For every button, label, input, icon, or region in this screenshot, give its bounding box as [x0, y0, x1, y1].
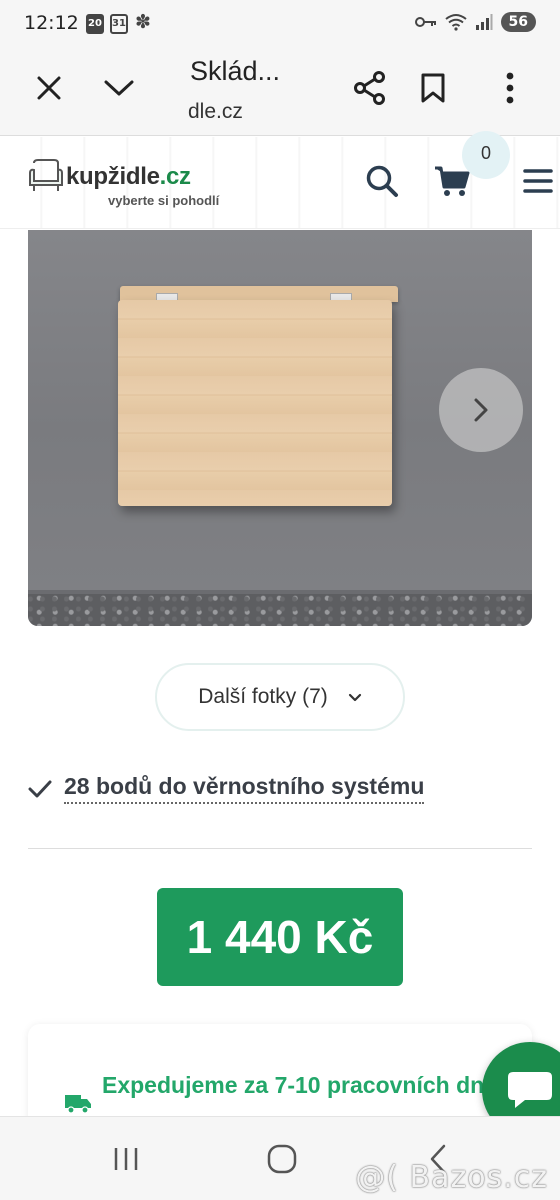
more-photos-label: Další fotky (7): [198, 685, 328, 708]
more-options-button[interactable]: [486, 64, 534, 112]
cart-icon: [435, 166, 470, 196]
chat-bubble-icon: [508, 1072, 552, 1108]
cart-count-badge: 0: [462, 131, 510, 179]
more-photos-button[interactable]: Další fotky (7): [155, 663, 405, 731]
recent-apps-icon: [114, 1148, 138, 1170]
chevron-right-icon: [474, 398, 488, 422]
key-icon: [414, 17, 436, 27]
chevron-down-icon: [104, 80, 134, 96]
menu-button[interactable]: [514, 157, 560, 205]
browser-toolbar: Sklád... dle.cz: [0, 48, 560, 136]
check-icon: [28, 780, 52, 797]
search-button[interactable]: [358, 157, 406, 205]
price-badge: 1 440 Kč: [157, 888, 403, 986]
chevron-down-icon: [348, 693, 361, 701]
bookmark-button[interactable]: [409, 64, 457, 112]
logo-name: kupžidle.cz: [66, 163, 191, 191]
status-right: 56: [414, 12, 536, 32]
battery-icon: 56: [500, 12, 536, 32]
status-time: 12:12: [24, 12, 79, 34]
more-vert-icon: [506, 72, 514, 104]
divider: [28, 848, 532, 849]
minimize-button[interactable]: [95, 64, 143, 112]
share-icon: [354, 71, 385, 105]
armchair-logo-icon: [29, 159, 63, 191]
wifi-icon: [444, 14, 467, 31]
tab-title: Sklád...: [190, 56, 281, 86]
logo-brand: kupžidle: [66, 163, 160, 190]
signal-icon: [475, 14, 493, 30]
status-bar: 12:12 20 31 ✽ 56: [0, 0, 560, 48]
logo-tagline: vyberte si pohodlí: [108, 193, 220, 208]
gallery-next-button[interactable]: [439, 368, 523, 452]
notification-badge-icon: 20: [86, 14, 104, 34]
flower-icon: ✽: [135, 12, 151, 33]
calendar-icon: 31: [110, 14, 128, 34]
recent-apps-button[interactable]: [102, 1135, 150, 1183]
close-icon: [37, 76, 61, 100]
tab-url[interactable]: dle.cz: [188, 100, 243, 124]
share-button[interactable]: [346, 64, 394, 112]
menu-icon: [523, 169, 553, 193]
product-gallery[interactable]: [28, 230, 532, 626]
product-image-table: [118, 300, 392, 506]
delivery-text: Expedujeme za 7-10 pracovních dnů: [102, 1072, 499, 1098]
truck-icon: [65, 1095, 91, 1114]
watermark: @( Bazos.cz: [355, 1160, 548, 1195]
site-logo[interactable]: kupžidle.cz vyberte si pohodlí: [28, 155, 228, 211]
home-icon: [267, 1144, 297, 1174]
ground-gravel: [28, 594, 532, 626]
loyalty-points[interactable]: 28 bodů do věrnostního systému: [28, 773, 425, 804]
bookmark-icon: [421, 73, 445, 103]
logo-tld: .cz: [159, 163, 191, 190]
home-button[interactable]: [258, 1135, 306, 1183]
loyalty-text[interactable]: 28 bodů do věrnostního systému: [64, 773, 425, 804]
search-icon: [366, 165, 398, 197]
close-tab-button[interactable]: [25, 64, 73, 112]
